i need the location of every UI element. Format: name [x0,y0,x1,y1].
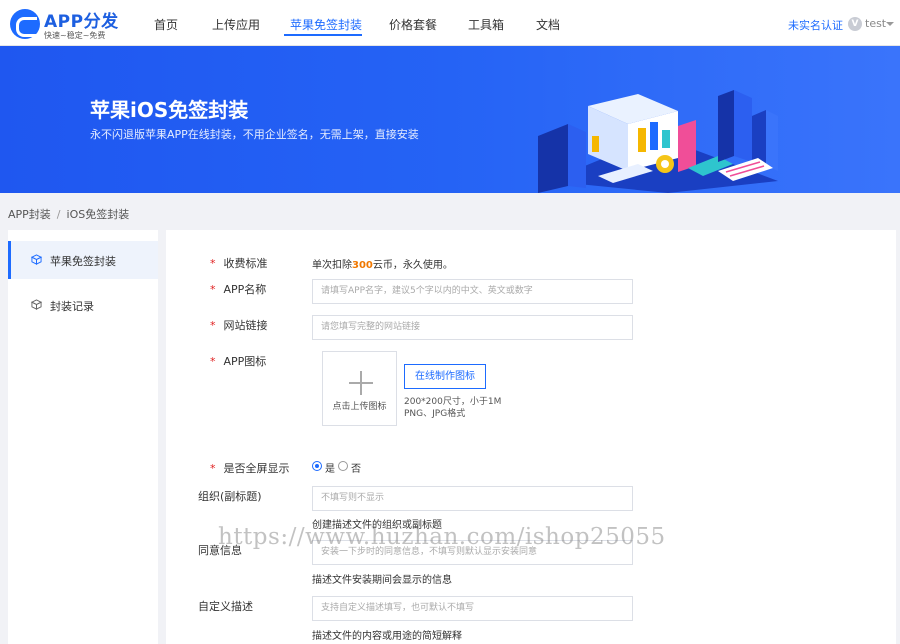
app-name-label: * APP名称 [210,283,267,296]
sidebar: 苹果免签封装 封装记录 [8,230,158,644]
custom-desc-input[interactable]: 支持自定义描述填写，也可默认不填写 [312,596,633,621]
sidebar-item-label: 封装记录 [50,300,94,313]
app-icon-label: * APP图标 [210,355,267,368]
wrap-form: * 收费标准 单次扣除300云币，永久使用。 * APP名称 请填写APP名字，建议… [166,230,896,644]
sidebar-item-ios-wrap[interactable]: 苹果免签封装 [8,241,158,279]
nav-ios-wrap[interactable]: 苹果免签封装 [290,16,362,33]
watermark: https://www.huzhan.com/ishop25055 [218,524,666,550]
nav-toolbox[interactable]: 工具箱 [468,16,504,33]
breadcrumb-current: iOS免签封装 [66,208,130,221]
banner-subtitle: 永不闪退版苹果APP在线封装，不用企业签名，无需上架，直接安装 [90,128,419,141]
logo[interactable]: APP分发 快速~稳定~免费 [10,9,130,41]
organization-input[interactable]: 不填写则不显示 [312,486,633,511]
sidebar-item-records[interactable]: 封装记录 [8,286,158,324]
user-avatar[interactable]: V [848,17,862,31]
fullscreen-yes-label[interactable]: 是 [325,460,335,475]
required-mark: * [210,257,216,270]
fullscreen-no-radio[interactable] [338,461,348,471]
fullscreen-yes-radio[interactable] [312,461,322,471]
plus-icon [360,371,362,395]
logo-mark-icon [10,9,40,39]
site-url-input[interactable]: 请您填写完整的网站链接 [312,315,633,340]
site-url-label: * 网站链接 [210,319,268,332]
sidebar-item-label: 苹果免签封装 [50,255,116,268]
active-nav-indicator [284,34,362,36]
banner-title: 苹果iOS免签封装 [90,98,249,122]
icon-format-hint: PNG、JPG格式 [404,409,466,419]
icon-upload-box[interactable]: 点击上传图标 [322,351,397,426]
isometric-city-illustration [538,90,778,193]
nav-home[interactable]: 首页 [154,16,178,33]
required-mark: * [210,283,216,296]
app-name-input[interactable]: 请填写APP名字，建议5个字以内的中文、英文或数字 [312,279,633,304]
fullscreen-no-label[interactable]: 否 [351,460,361,475]
required-mark: * [210,462,216,475]
cube-icon [31,299,42,310]
fee-label: * 收费标准 [210,257,268,270]
custom-desc-helper: 描述文件的内容或用途的简短解释 [312,631,462,642]
required-mark: * [210,319,216,332]
top-header: APP分发 快速~稳定~免费 首页 上传应用 苹果免签封装 价格套餐 工具箱 文… [0,0,900,46]
nav-pricing[interactable]: 价格套餐 [389,16,437,33]
nav-docs[interactable]: 文档 [536,16,560,33]
upload-label: 点击上传图标 [332,402,387,412]
cube-icon [31,254,42,265]
logo-title: APP分发 [44,12,119,32]
custom-desc-label: 自定义描述 [198,600,253,613]
fee-description: 单次扣除300云币，永久使用。 [312,260,453,271]
organization-label: 组织(副标题) [198,490,262,503]
fee-amount: 300 [352,260,373,271]
make-icon-online-button[interactable]: 在线制作图标 [404,364,486,389]
verification-link[interactable]: 未实名认证 [788,17,843,33]
chevron-down-icon[interactable] [886,22,894,26]
nav-upload-app[interactable]: 上传应用 [212,16,260,33]
breadcrumb-separator: / [56,208,61,221]
breadcrumb-root[interactable]: APP封装 [8,208,51,221]
username[interactable]: test [865,17,886,30]
logo-subtitle: 快速~稳定~免费 [44,31,106,40]
required-mark: * [210,355,216,368]
consent-helper: 描述文件安装期间会显示的信息 [312,575,452,586]
fullscreen-label: * 是否全屏显示 [210,462,290,475]
breadcrumb: APP封装 / iOS免签封装 [8,206,129,222]
hero-banner: 苹果iOS免签封装 永不闪退版苹果APP在线封装，不用企业签名，无需上架，直接安… [0,46,900,193]
